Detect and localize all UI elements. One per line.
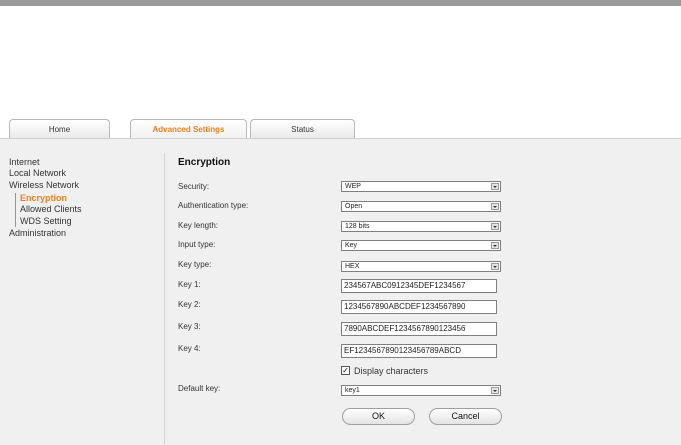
sidebar-item-wds-setting[interactable]: WDS Setting (20, 216, 72, 227)
chevron-down-icon[interactable] (491, 263, 499, 270)
sidebar-item-local-network[interactable]: Local Network (9, 168, 66, 179)
key1-label: Key 1: (178, 280, 201, 289)
sidebar-item-encryption[interactable]: Encryption (20, 193, 67, 204)
page-title: Encryption (178, 157, 231, 168)
input-type-label: Input type: (178, 240, 216, 249)
auth-type-label: Authentication type: (178, 201, 249, 210)
sidebar-selection-marker (15, 193, 16, 227)
tab-home[interactable]: Home (9, 119, 110, 139)
tab-advanced-settings[interactable]: Advanced Settings (130, 119, 247, 139)
key-length-value: 128 bits (345, 223, 370, 230)
input-type-select[interactable]: Key (341, 240, 501, 251)
key-type-select[interactable]: HEX (341, 261, 501, 272)
auth-type-value: Open (345, 203, 363, 210)
key2-label: Key 2: (178, 300, 201, 309)
auth-type-select[interactable]: Open (341, 201, 501, 212)
chevron-down-icon[interactable] (491, 203, 499, 210)
display-characters-label[interactable]: Display characters (354, 366, 428, 376)
top-bar (0, 0, 681, 6)
sidebar-item-administration[interactable]: Administration (9, 228, 66, 239)
chevron-down-icon[interactable] (491, 242, 499, 249)
key-type-value: HEX (345, 263, 360, 270)
chevron-down-icon[interactable] (491, 183, 499, 190)
key-length-select[interactable]: 128 bits (341, 221, 501, 232)
key3-label: Key 3: (178, 322, 201, 331)
tab-status[interactable]: Status (250, 119, 355, 139)
sidebar-item-allowed-clients[interactable]: Allowed Clients (20, 204, 82, 215)
sidebar-divider (164, 153, 165, 444)
security-select[interactable]: WEP (341, 181, 501, 192)
key-type-label: Key type: (178, 260, 212, 269)
chevron-down-icon[interactable] (491, 387, 499, 394)
chevron-down-icon[interactable] (491, 223, 499, 230)
sidebar-item-wireless-network[interactable]: Wireless Network (9, 180, 79, 191)
key4-field[interactable]: EF1234567890123456789ABCD (341, 344, 497, 358)
default-key-value: key1 (345, 387, 360, 394)
security-label: Security: (178, 182, 210, 191)
input-type-value: Key (345, 242, 358, 249)
key3-field[interactable]: 7890ABCDEF1234567890123456 (341, 322, 497, 336)
key4-label: Key 4: (178, 344, 201, 353)
default-key-select[interactable]: key1 (341, 385, 501, 396)
cancel-button[interactable]: Cancel (429, 408, 502, 425)
default-key-label: Default key: (178, 384, 221, 393)
security-value: WEP (345, 183, 361, 190)
key-length-label: Key length: (178, 221, 219, 230)
ok-button[interactable]: OK (342, 408, 415, 425)
key2-field[interactable]: 1234567890ABCDEF1234567890 (341, 300, 497, 314)
key1-field[interactable]: 234567ABC0912345DEF1234567 (341, 279, 497, 293)
display-characters-checkbox[interactable]: ✓ (341, 366, 350, 375)
sidebar-item-internet[interactable]: Internet (9, 157, 40, 168)
